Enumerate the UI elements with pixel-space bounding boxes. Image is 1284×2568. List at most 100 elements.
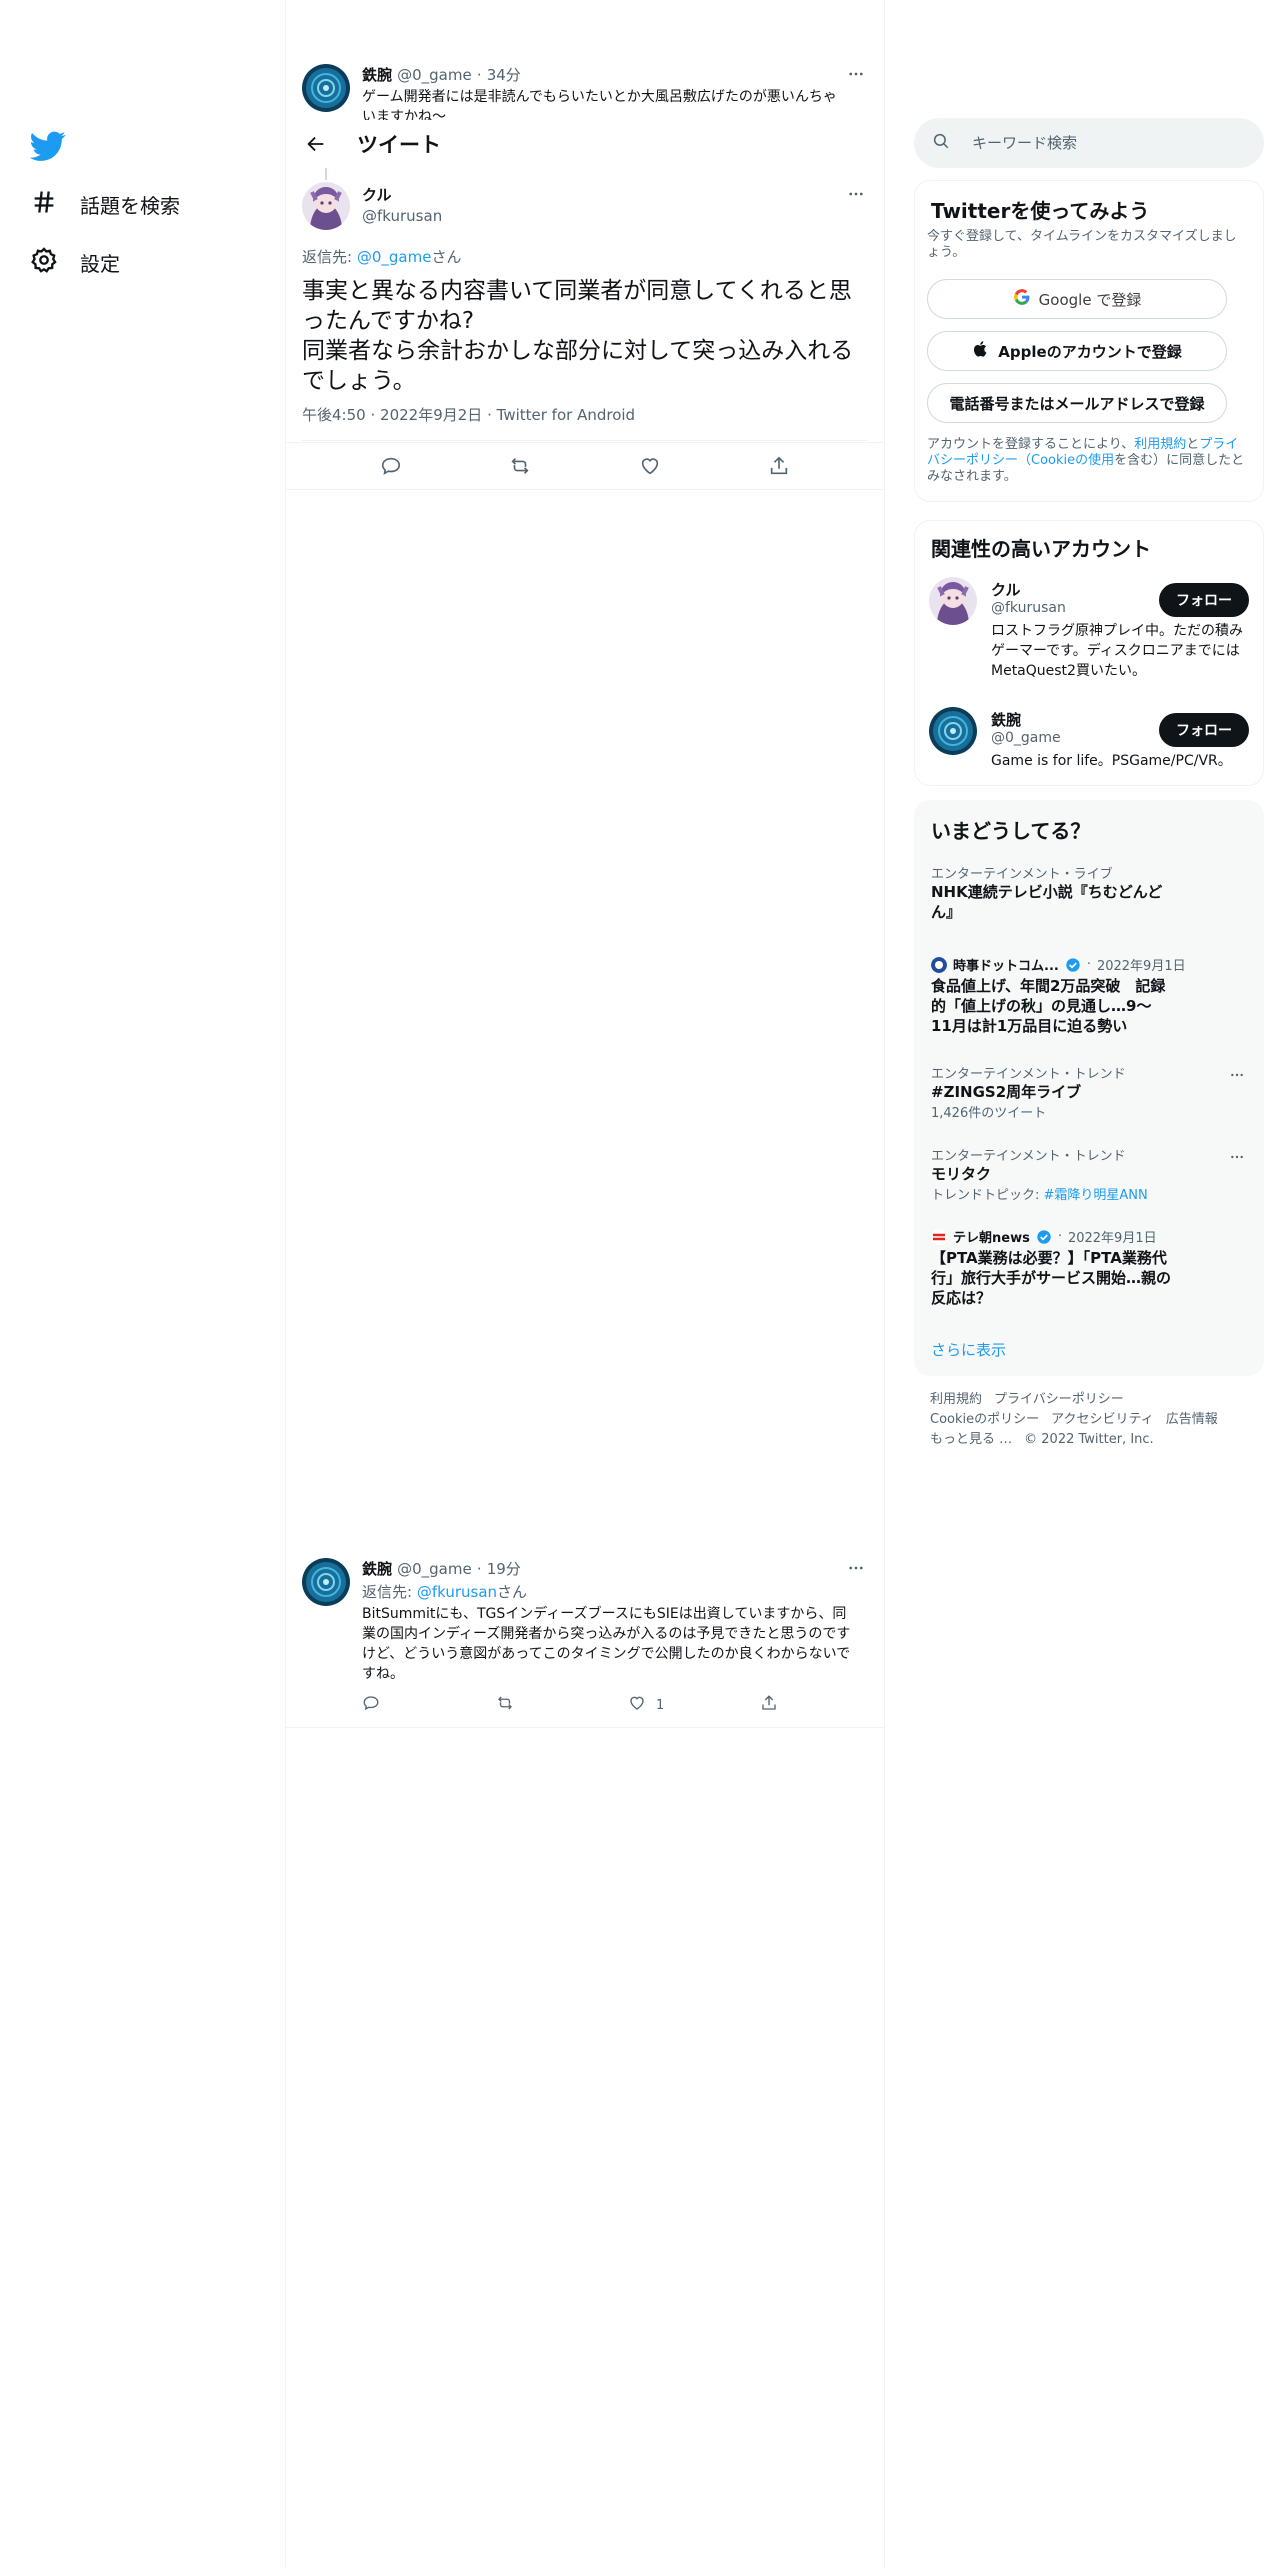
phone-signup-button[interactable]: 電話番号またはメールアドレスで登録 [927,383,1227,423]
nav-explore-label: 話題を検索 [80,193,180,218]
back-arrow-icon[interactable] [298,126,334,162]
footer-more-link[interactable]: もっと見る … [930,1432,1012,1447]
like-button[interactable]: 1 [628,1694,664,1716]
signup-title: Twitterを使ってみよう [931,199,1150,223]
divider [302,440,868,441]
tweet-text: ゲーム開発者には是非読んでもらいたいとか大風呂敷広げたのが悪いんちゃいますかね～ [362,89,837,120]
google-signup-label: Google で登録 [1038,290,1142,309]
avatar[interactable] [302,182,350,230]
account-item[interactable]: 鉄腕 @0_game フォロー Game is for life。PSGame/… [915,707,1265,777]
separator-dot: · [1057,1229,1062,1244]
more-icon[interactable] [844,1556,868,1580]
tweet-text-line1: 事実と異なる内容書いて同業者が同意してくれると思ったんですかね? [302,278,852,334]
like-icon [628,1694,646,1716]
author-handle[interactable]: @0_game [397,1560,472,1578]
follow-button[interactable]: フォロー [1159,713,1249,747]
footer-ads-link[interactable]: 広告情報 [1166,1412,1218,1427]
google-signup-button[interactable]: Google で登録 [927,279,1227,319]
left-nav: 話題を検索 設定 [0,0,285,2568]
retweet-button[interactable] [496,1694,514,1716]
more-icon[interactable] [844,62,868,86]
reply-suffix: さん [497,1583,528,1601]
more-icon[interactable] [1227,1147,1247,1167]
reply-tweet[interactable]: 鉄腕 @0_game · 19分 返信先: @fkurusanさん BitSum… [286,1556,884,1728]
reply-icon [362,1694,380,1716]
more-icon[interactable] [844,182,868,206]
reply-context: 返信先: @0_gameさん [302,246,461,267]
trend-category: エンターテインメント・ライブ [931,867,1113,882]
tweet-time[interactable]: 午後4:50 [302,406,366,424]
avatar[interactable] [302,64,350,112]
share-icon [760,1694,778,1716]
reply-button[interactable] [362,1694,380,1716]
main-column: 鉄腕 @0_game · 34分 ゲーム開発者には是非読んでもらいたいとか大風呂… [286,0,884,2568]
trend-item[interactable]: エンターテインメント・トレンド #ZINGS2周年ライブ 1,426件のツイート [931,1063,1251,1121]
trend-item[interactable]: エンターテインメント・ライブ NHK連続テレビ小説『ちむどんどん』 [931,863,1251,922]
account-name[interactable]: 鉄腕 [991,709,1061,730]
page-title: ツイート [357,133,441,157]
trend-item[interactable]: エンターテインメント・トレンド モリタク トレンドトピック: #霜降り明星ANN [931,1145,1251,1203]
retweet-icon[interactable] [503,449,537,483]
footer-privacy-link[interactable]: プライバシーポリシー [994,1392,1124,1407]
nav-settings[interactable]: 設定 [30,240,120,284]
separator-dot: · [476,66,482,84]
more-icon[interactable] [1227,1065,1247,1085]
reply-to-link[interactable]: @0_game [357,248,432,266]
signup-subtitle: 今すぐ登録して、タイムラインをカスタマイズしましょう。 [927,229,1237,260]
account-bio: Game is for life。PSGame/PC/VR。 [991,753,1232,769]
follow-button[interactable]: フォロー [1159,583,1249,617]
separator-dot: · [487,406,492,424]
show-more-link[interactable]: さらに表示 [931,1339,1006,1360]
related-title: 関連性の高いアカウント [931,537,1151,561]
trend-topic-link[interactable]: #霜降り明星ANN [1044,1188,1148,1203]
tweet-client[interactable]: Twitter for Android [497,406,635,424]
google-icon [1013,288,1031,310]
share-button[interactable] [760,1694,778,1716]
hashtag-icon [30,188,58,220]
account-name[interactable]: クル [991,579,1066,600]
search-box[interactable] [914,118,1264,168]
search-input[interactable] [972,134,1252,152]
phone-signup-label: 電話番号またはメールアドレスで登録 [949,394,1205,413]
author-handle[interactable]: @fkurusan [362,207,442,225]
avatar[interactable] [929,707,977,755]
twitter-logo-icon[interactable] [29,128,66,164]
nav-explore[interactable]: 話題を検索 [30,182,180,226]
account-handle[interactable]: @fkurusan [991,600,1066,616]
account-handle[interactable]: @0_game [991,730,1061,746]
apple-signup-label: Appleのアカウントで登録 [998,342,1182,361]
trend-topic: トレンドトピック: #霜降り明星ANN [931,1184,1251,1203]
right-divider [884,0,885,2568]
news-date: 2022年9月1日 [1067,1231,1157,1246]
news-source: 時事ドットコム... · 2022年9月1日 [931,955,1251,974]
trends-title: いまどうしてる？ [931,819,1091,843]
news-item[interactable]: テレ朝news · 2022年9月1日 【PTA業務は必要？】「PTA業務代行」… [931,1227,1251,1308]
like-icon[interactable] [633,449,667,483]
news-item[interactable]: 時事ドットコム... · 2022年9月1日 食品値上げ、年間2万品突破 記録的… [931,955,1251,1036]
avatar[interactable] [302,1558,350,1606]
footer-cookie-link[interactable]: Cookieのポリシー [930,1412,1039,1427]
terms-link[interactable]: 利用規約 [1134,437,1186,452]
trend-category: エンターテインメント・トレンド [931,1149,1126,1164]
reply-icon[interactable] [374,449,408,483]
news-title: 【PTA業務は必要？】「PTA業務代行」旅行大手がサービス開始…親の反応は？ [931,1249,1172,1307]
author-name[interactable]: 鉄腕 [362,66,392,84]
tweet-time[interactable]: 19分 [487,1560,521,1578]
reply-to-link[interactable]: @fkurusan [417,1583,497,1601]
news-date: 2022年9月1日 [1096,959,1186,974]
avatar[interactable] [929,577,977,625]
share-icon[interactable] [762,449,796,483]
author-handle[interactable]: @0_game [397,66,472,84]
footer-terms-link[interactable]: 利用規約 [930,1392,982,1407]
footer-accessibility-link[interactable]: アクセシビリティ [1051,1412,1154,1427]
author-name[interactable]: 鉄腕 [362,1560,392,1578]
tweet-time[interactable]: 34分 [487,66,521,84]
news-source: テレ朝news · 2022年9月1日 [931,1227,1251,1246]
tweet-actions [286,442,884,490]
apple-signup-button[interactable]: Appleのアカウントで登録 [927,331,1227,371]
account-item[interactable]: クル @fkurusan フォロー ロストフラグ原神プレイ中。ただの積みゲーマー… [915,577,1265,697]
parent-tweet[interactable]: 鉄腕 @0_game · 34分 ゲーム開発者には是非読んでもらいたいとか大風呂… [286,62,884,120]
tweet-text: 事実と異なる内容書いて同業者が同意してくれると思ったんですかね? 同業者なら余計… [302,276,868,396]
author-name[interactable]: クル [362,184,442,205]
tweet-date[interactable]: 2022年9月2日 [380,406,482,424]
